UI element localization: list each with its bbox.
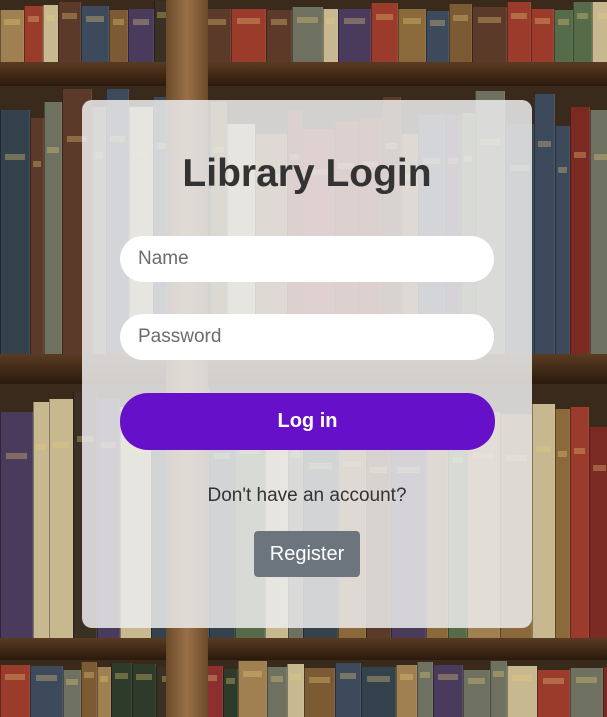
book-spine (507, 665, 537, 717)
book-spine (592, 1, 607, 62)
book-spine (570, 406, 589, 638)
book-spine (531, 8, 554, 62)
book-spine (267, 667, 287, 717)
book-spine (323, 8, 338, 62)
book-spine (81, 6, 109, 62)
book-spine (63, 670, 81, 717)
book-spine (426, 11, 449, 62)
book-spine (554, 9, 573, 62)
book-spine (33, 401, 49, 638)
book-spine (97, 667, 111, 717)
book-spine (292, 7, 323, 62)
book-spine (361, 666, 396, 717)
book-spine (603, 666, 607, 717)
book-spine (433, 665, 463, 717)
page-title: Library Login (182, 152, 432, 195)
book-spine (49, 399, 73, 638)
book-spine (537, 669, 570, 717)
book-spine (396, 664, 417, 717)
book-spine (570, 667, 603, 717)
book-spine (463, 669, 490, 717)
book-spine (223, 669, 238, 717)
book-spine (81, 661, 97, 717)
book-spine (111, 662, 132, 717)
book-spine (490, 661, 507, 717)
book-spine (338, 8, 371, 62)
book-spine (449, 4, 472, 62)
bookshelf-row-bottom (0, 660, 607, 717)
book-spine (128, 9, 154, 62)
book-spine (266, 9, 292, 62)
book-spine (534, 94, 555, 354)
shelf-plank (0, 638, 607, 660)
book-spine (589, 427, 607, 638)
book-spine (570, 107, 590, 354)
book-spine (24, 5, 43, 62)
book-spine (398, 8, 426, 62)
book-spine (132, 664, 156, 717)
book-spine (304, 667, 335, 717)
book-spine (109, 9, 128, 62)
book-spine (30, 118, 44, 354)
book-spine (590, 110, 607, 354)
book-spine (532, 404, 555, 638)
book-spine (472, 6, 507, 62)
book-spine (43, 4, 58, 62)
login-button[interactable]: Log in (120, 393, 495, 450)
book-spine (0, 665, 30, 717)
book-spine (0, 9, 24, 62)
book-spine (0, 411, 33, 638)
book-spine (335, 663, 361, 717)
book-spine (0, 110, 30, 354)
book-spine (44, 102, 62, 354)
book-spine (555, 409, 570, 638)
book-spine (507, 1, 531, 62)
register-button[interactable]: Register (254, 531, 360, 577)
shelf-plank (0, 62, 607, 86)
book-spine (30, 666, 63, 717)
password-input[interactable] (120, 314, 494, 360)
book-spine (238, 660, 267, 717)
login-card: Library Login Log in Don't have an accou… (82, 100, 532, 628)
book-spine (287, 664, 304, 717)
book-spine (371, 3, 398, 62)
name-input[interactable] (120, 236, 494, 282)
bookshelf-row-top (0, 0, 607, 62)
book-spine (58, 2, 81, 62)
book-spine (231, 8, 266, 62)
book-spine (555, 126, 570, 354)
account-prompt: Don't have an account? (207, 485, 407, 506)
book-spine (417, 662, 433, 717)
book-spine (573, 1, 592, 62)
